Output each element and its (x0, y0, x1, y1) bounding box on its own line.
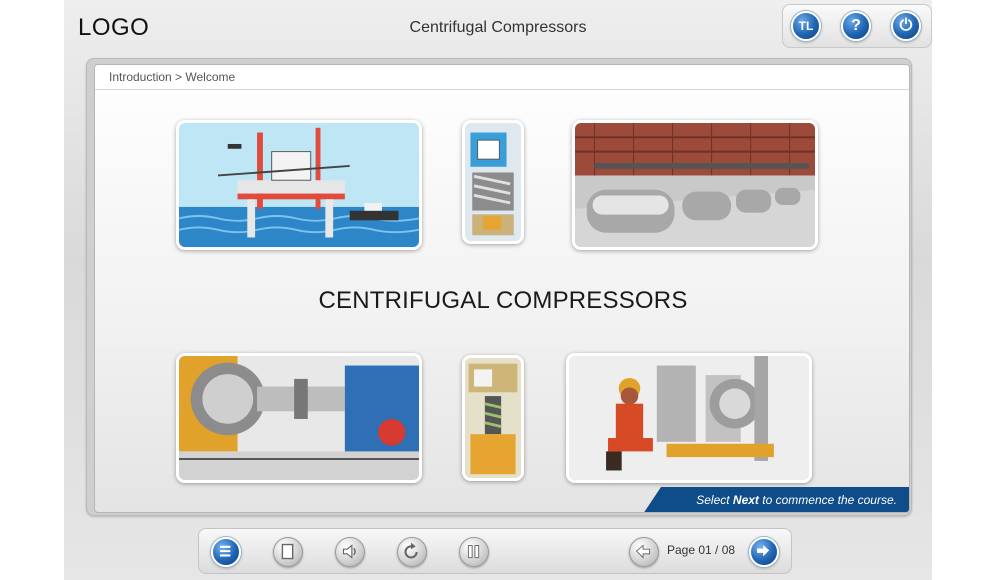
breadcrumb: Introduction > Welcome (95, 65, 909, 90)
banner-next-word: Next (732, 493, 759, 507)
technician-image (566, 353, 812, 483)
offshore-platform-image (176, 120, 422, 250)
back-arrow-icon[interactable] (629, 537, 659, 567)
next-arrow-icon[interactable] (749, 537, 779, 567)
course-frame: LOGO Centrifugal Compressors TL ? ⏻ Intr… (64, 0, 932, 580)
audio-icon[interactable] (335, 537, 365, 567)
next-instruction-banner: Select Next to commence the course. (643, 487, 909, 512)
top-toolbar: TL ? ⏻ (782, 4, 932, 48)
document-icon[interactable] (273, 537, 303, 567)
menu-icon[interactable] (211, 537, 241, 567)
compressor-cutaway-image (462, 120, 524, 244)
content-panel: Introduction > Welcome CENTRIFUGAL COMPR… (94, 64, 910, 513)
seal-detail-image (462, 355, 524, 481)
power-label: ⏻ (899, 17, 913, 34)
help-icon[interactable]: ? (841, 11, 871, 41)
replay-icon[interactable] (397, 537, 427, 567)
bottom-nav-bar: Page 01 / 08 (198, 528, 792, 574)
glossary-icon[interactable]: TL (791, 11, 821, 41)
main-heading: CENTRIFUGAL COMPRESSORS (318, 287, 688, 314)
glossary-label: TL (798, 19, 814, 33)
power-icon[interactable]: ⏻ (891, 11, 921, 41)
help-label: ? (851, 17, 861, 34)
compressor-plant-image (572, 120, 818, 250)
banner-prefix: Select (696, 493, 733, 507)
pause-icon[interactable] (459, 537, 489, 567)
coupling-shaft-image (176, 353, 422, 483)
page-indicator: Page 01 / 08 (667, 543, 736, 557)
banner-suffix: to commence the course. (758, 493, 897, 507)
